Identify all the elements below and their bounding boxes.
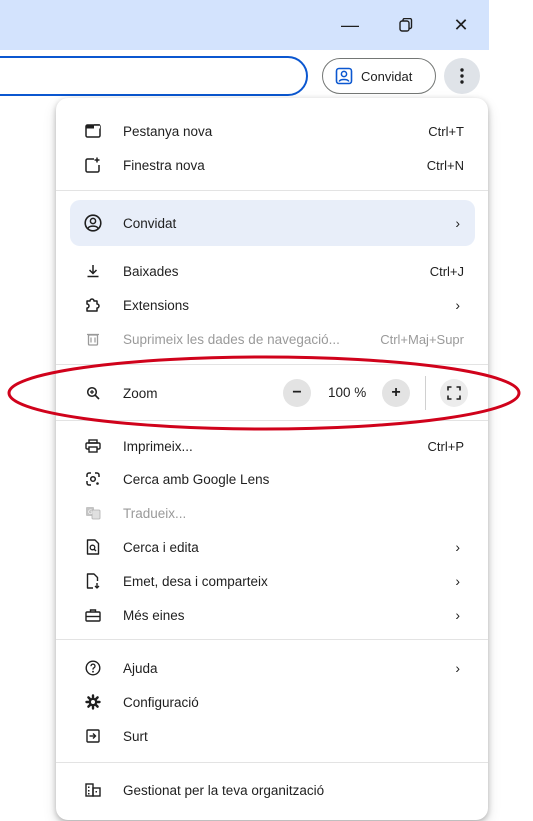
menu-item-downloads[interactable]: Baixades Ctrl+J xyxy=(56,254,488,288)
menu-item-new-tab[interactable]: Pestanya nova Ctrl+T xyxy=(56,114,488,148)
find-edit-label: Cerca i edita xyxy=(123,539,199,555)
zoom-level-value: 100 % xyxy=(328,385,367,400)
chevron-right-icon: › xyxy=(455,573,460,589)
download-icon xyxy=(84,262,102,280)
title-bar: — ✕ xyxy=(0,0,489,50)
save-share-icon xyxy=(84,572,102,590)
extension-puzzle-icon xyxy=(84,296,102,314)
menu-item-google-lens[interactable]: Cerca amb Google Lens xyxy=(56,462,488,496)
cast-save-share-label: Emet, desa i comparteix xyxy=(123,573,268,589)
help-icon xyxy=(84,659,102,677)
chrome-menu-button[interactable] xyxy=(444,58,480,94)
minimize-button[interactable]: — xyxy=(327,10,373,40)
toolbox-icon xyxy=(84,606,102,624)
chevron-right-icon: › xyxy=(455,215,460,231)
address-bar[interactable] xyxy=(0,56,308,96)
menu-item-extensions[interactable]: Extensions › xyxy=(56,288,488,322)
help-label: Ajuda xyxy=(123,660,158,676)
new-tab-label: Pestanya nova xyxy=(123,123,213,139)
zoom-in-icon xyxy=(84,384,102,402)
close-icon: ✕ xyxy=(453,14,469,35)
fullscreen-icon xyxy=(447,386,461,400)
more-tools-label: Més eines xyxy=(123,607,185,623)
chevron-right-icon: › xyxy=(455,297,460,313)
clear-data-label: Suprimeix les dades de navegació... xyxy=(123,331,340,347)
translate-label: Tradueix... xyxy=(123,505,187,521)
zoom-in-button[interactable]: + xyxy=(382,379,410,407)
new-window-label: Finestra nova xyxy=(123,157,205,173)
menu-item-settings[interactable]: Configuració xyxy=(56,685,488,719)
extensions-label: Extensions xyxy=(123,297,190,313)
menu-divider xyxy=(56,762,488,763)
exit-icon xyxy=(84,727,102,745)
profile-chip-label: Convidat xyxy=(361,68,413,84)
exit-label: Surt xyxy=(123,728,148,744)
menu-item-exit[interactable]: Surt xyxy=(56,719,488,753)
print-label: Imprimeix... xyxy=(123,438,193,454)
menu-divider xyxy=(56,420,488,421)
minimize-icon: — xyxy=(341,14,359,35)
menu-divider xyxy=(56,364,488,365)
settings-gear-icon xyxy=(84,693,102,711)
guest-profile-icon xyxy=(335,67,353,85)
chevron-right-icon: › xyxy=(455,607,460,623)
menu-item-clear-browsing-data[interactable]: Suprimeix les dades de navegació... Ctrl… xyxy=(56,322,488,356)
zoom-out-button[interactable]: − xyxy=(283,379,311,407)
menu-item-profile[interactable]: Convidat › xyxy=(56,206,488,240)
print-shortcut: Ctrl+P xyxy=(427,438,464,454)
zoom-divider xyxy=(425,376,426,410)
menu-item-translate[interactable]: G Tradueix... xyxy=(56,496,488,530)
managed-label: Gestionat per la teva organització xyxy=(123,782,325,798)
svg-text:G: G xyxy=(88,509,93,516)
window-edge xyxy=(489,0,533,821)
minus-icon: − xyxy=(292,384,302,401)
menu-divider xyxy=(56,190,488,191)
chevron-right-icon: › xyxy=(455,539,460,555)
clear-data-shortcut: Ctrl+Maj+Supr xyxy=(380,331,464,347)
plus-icon: + xyxy=(391,384,401,401)
menu-item-new-window[interactable]: Finestra nova Ctrl+N xyxy=(56,148,488,182)
menu-item-help[interactable]: Ajuda › xyxy=(56,651,488,685)
new-tab-shortcut: Ctrl+T xyxy=(428,123,464,139)
google-lens-icon xyxy=(84,470,102,488)
menu-item-managed-by-org[interactable]: Gestionat per la teva organització xyxy=(56,773,488,807)
downloads-label: Baixades xyxy=(123,263,179,279)
restore-icon xyxy=(399,18,413,32)
menu-divider xyxy=(56,639,488,640)
menu-item-print[interactable]: Imprimeix... Ctrl+P xyxy=(56,429,488,463)
more-vert-icon xyxy=(460,68,464,84)
trash-icon xyxy=(84,330,102,348)
profile-chip-button[interactable]: Convidat xyxy=(322,58,436,94)
new-window-icon xyxy=(84,156,102,174)
chrome-app-menu: Pestanya nova Ctrl+T Finestra nova Ctrl+… xyxy=(56,98,488,820)
fullscreen-button[interactable] xyxy=(440,379,468,407)
menu-item-find-edit[interactable]: Cerca i edita › xyxy=(56,530,488,564)
menu-item-more-tools[interactable]: Més eines › xyxy=(56,598,488,632)
chevron-right-icon: › xyxy=(455,660,460,676)
zoom-label: Zoom xyxy=(123,385,158,401)
settings-label: Configuració xyxy=(123,694,199,710)
find-in-page-icon xyxy=(84,538,102,556)
translate-icon: G xyxy=(84,504,102,522)
business-building-icon xyxy=(84,781,102,799)
downloads-shortcut: Ctrl+J xyxy=(429,263,464,279)
new-tab-icon xyxy=(84,122,102,140)
profile-label: Convidat xyxy=(123,215,177,231)
new-window-shortcut: Ctrl+N xyxy=(426,157,464,173)
menu-item-cast-save-share[interactable]: Emet, desa i comparteix › xyxy=(56,564,488,598)
account-circle-icon xyxy=(84,214,102,232)
menu-item-zoom: Zoom xyxy=(56,376,488,410)
print-icon xyxy=(84,437,102,455)
close-window-button[interactable]: ✕ xyxy=(438,10,484,40)
restore-button[interactable] xyxy=(383,10,429,40)
google-lens-label: Cerca amb Google Lens xyxy=(123,471,270,487)
